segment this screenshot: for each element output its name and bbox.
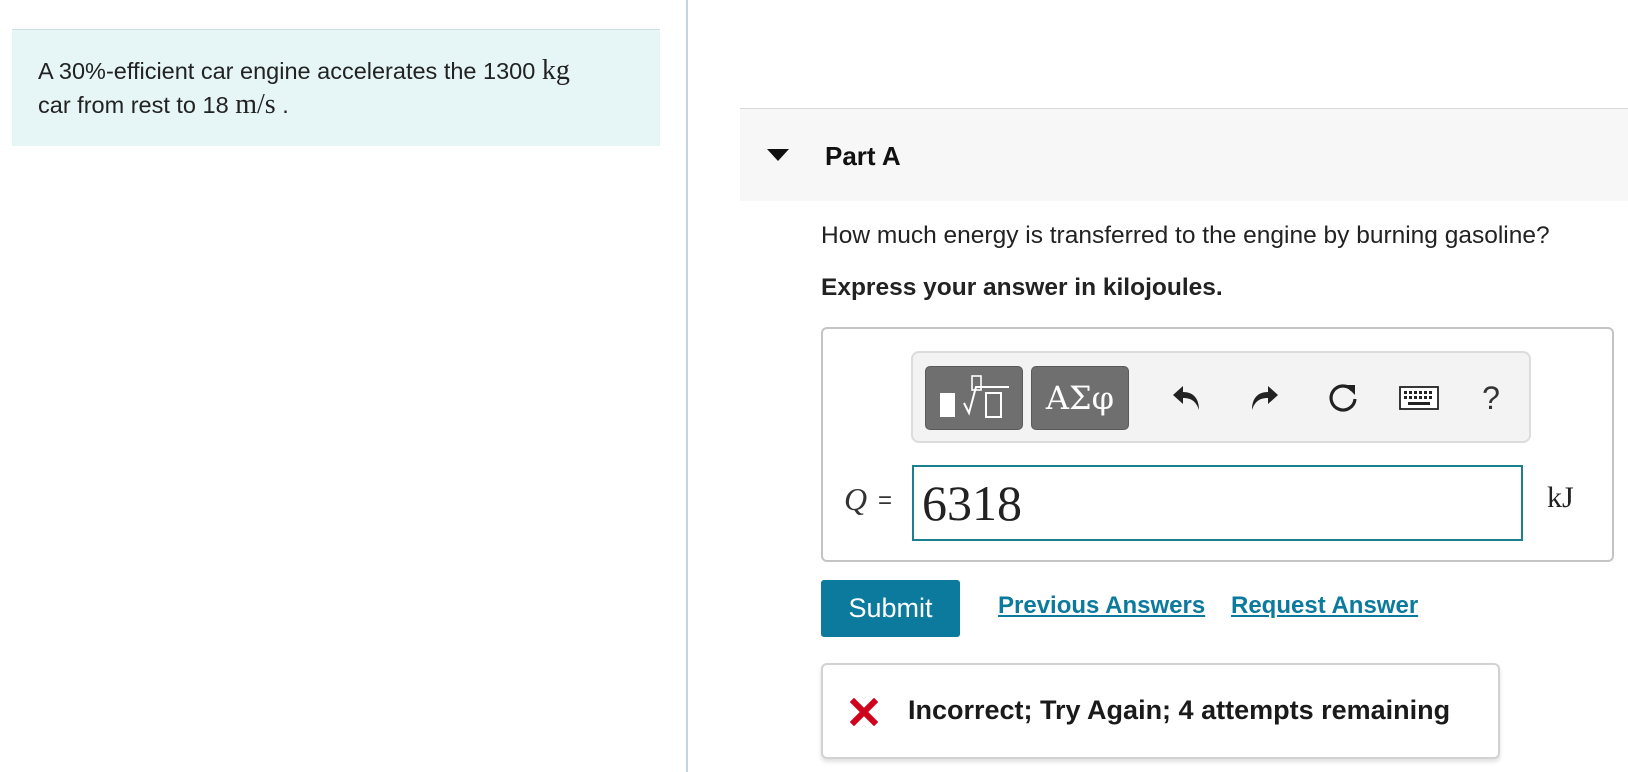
previous-answers-link[interactable]: Previous Answers <box>998 592 1205 620</box>
help-button[interactable]: ? <box>1471 380 1511 416</box>
speed-unit: m/s <box>235 89 276 120</box>
undo-icon[interactable] <box>1167 381 1207 415</box>
keyboard-icon[interactable] <box>1399 381 1439 415</box>
templates-button[interactable] <box>925 366 1023 430</box>
part-a-header[interactable]: Part A <box>740 108 1628 201</box>
reset-icon[interactable] <box>1323 381 1363 415</box>
math-toolbar: ΑΣφ ? <box>911 351 1531 443</box>
answer-unit: kJ <box>1547 481 1574 514</box>
request-answer-link[interactable]: Request Answer <box>1231 592 1418 620</box>
answer-box: ΑΣφ ? Q = 6318 kJ <box>821 327 1614 562</box>
answer-instruction: Express your answer in kilojoules. <box>821 274 1223 301</box>
problem-text-suffix: . <box>282 92 289 118</box>
mass-unit: kg <box>541 55 570 86</box>
problem-statement: A 30%-efficient car engine accelerates t… <box>12 29 660 146</box>
column-divider <box>686 0 688 772</box>
answer-variable: Q <box>844 481 868 517</box>
question-text: How much energy is transferred to the en… <box>821 222 1550 249</box>
problem-text-prefix: A 30%-efficient car engine accelerates t… <box>38 58 536 84</box>
answer-input[interactable]: 6318 <box>912 465 1523 541</box>
submit-button[interactable]: Submit <box>821 580 960 637</box>
feedback-box: Incorrect; Try Again; 4 attempts remaini… <box>821 663 1500 759</box>
greek-symbols-button[interactable]: ΑΣφ <box>1031 366 1129 430</box>
problem-text-middle: car from rest to 18 <box>38 92 229 118</box>
redo-icon[interactable] <box>1244 381 1284 415</box>
x-icon <box>850 698 878 726</box>
part-title: Part A <box>825 141 901 171</box>
equals-sign: = <box>878 487 893 514</box>
templates-sqrt-icon <box>940 375 1009 418</box>
feedback-message: Incorrect; Try Again; 4 attempts remaini… <box>908 695 1451 725</box>
collapse-caret-icon[interactable] <box>767 149 789 161</box>
